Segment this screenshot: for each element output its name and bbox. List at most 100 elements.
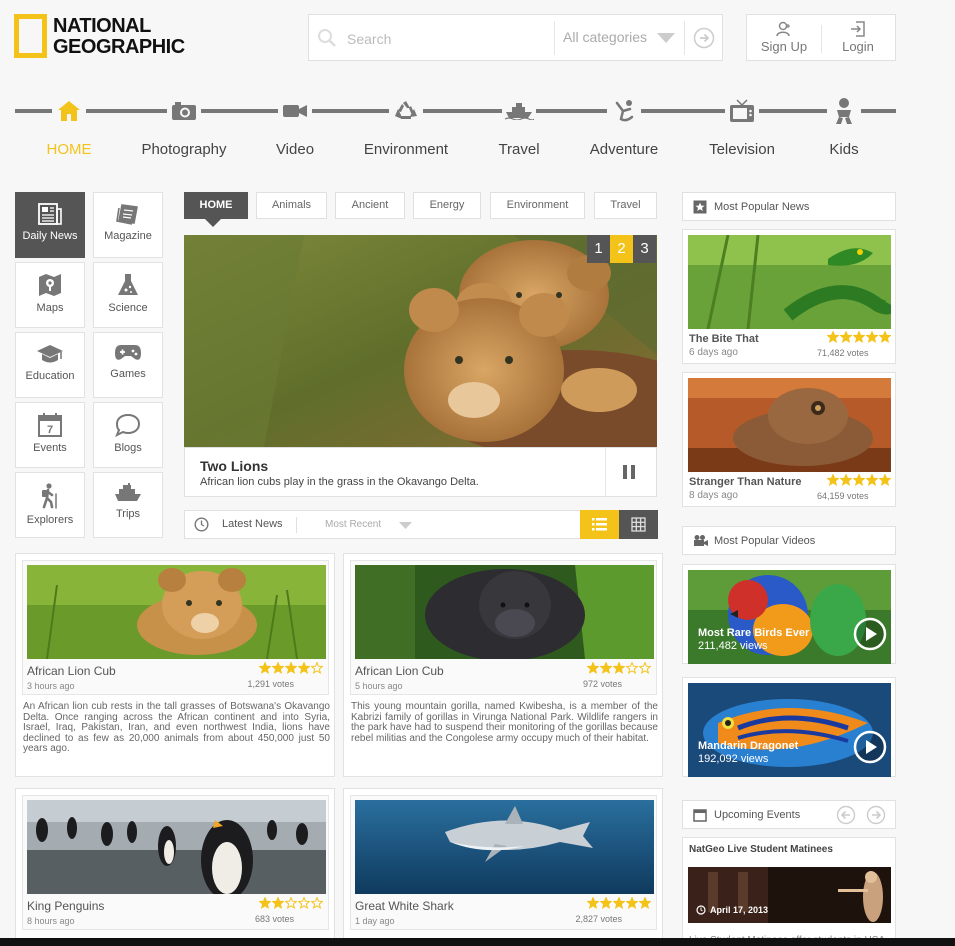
article-card[interactable]: African Lion Cub 5 hours ago 972 votes T… xyxy=(343,553,663,777)
login-button[interactable]: Login xyxy=(823,21,893,54)
popular-news-card[interactable]: The Bite That 6 days ago 71,482 votes xyxy=(682,229,896,364)
pause-icon[interactable] xyxy=(622,463,636,481)
list-view-button[interactable] xyxy=(580,510,619,539)
star-filled-icon[interactable] xyxy=(827,331,839,343)
popular-news-card[interactable]: Stranger Than Nature 8 days ago 64,159 v… xyxy=(682,372,896,507)
star-filled-icon[interactable] xyxy=(840,474,852,486)
article-image[interactable] xyxy=(27,565,326,659)
tab[interactable]: HOME xyxy=(184,192,248,219)
star-filled-icon[interactable] xyxy=(259,897,271,909)
rating-stars[interactable] xyxy=(586,896,651,914)
ship-icon[interactable] xyxy=(502,96,536,126)
diver-icon[interactable] xyxy=(607,96,641,126)
video-card[interactable]: Mandarin Dragonet 192,092 views xyxy=(682,677,896,777)
star-filled-icon[interactable] xyxy=(639,897,651,909)
signup-button[interactable]: Sign Up xyxy=(749,21,819,54)
star-filled-icon[interactable] xyxy=(600,662,612,674)
section-tile[interactable]: Magazine xyxy=(93,192,163,258)
star-filled-icon[interactable] xyxy=(840,331,852,343)
article-title[interactable]: King Penguins xyxy=(27,899,104,913)
news-image[interactable] xyxy=(688,235,891,329)
nav-item[interactable]: Environment xyxy=(346,141,466,158)
search-go-icon[interactable] xyxy=(693,27,715,49)
star-filled-icon[interactable] xyxy=(613,897,625,909)
nav-item[interactable]: Travel xyxy=(459,141,579,158)
slide-title[interactable]: Two Lions xyxy=(200,458,268,474)
star-filled-icon[interactable] xyxy=(853,331,865,343)
star-empty-icon[interactable] xyxy=(639,662,651,674)
rating-stars[interactable] xyxy=(826,473,891,491)
video-thumbnail[interactable]: Most Rare Birds Ever 211,482 views xyxy=(688,570,891,664)
star-empty-icon[interactable] xyxy=(298,897,310,909)
camera-icon[interactable] xyxy=(167,96,201,126)
news-title[interactable]: The Bite That xyxy=(689,333,759,345)
article-card[interactable]: Great White Shark 1 day ago 2,827 votes xyxy=(343,788,663,946)
star-empty-icon[interactable] xyxy=(285,897,297,909)
star-filled-icon[interactable] xyxy=(866,331,878,343)
baby-icon[interactable] xyxy=(827,96,861,126)
video-title[interactable]: Most Rare Birds Ever xyxy=(698,627,809,639)
slide-page-button[interactable]: 1 xyxy=(587,235,610,263)
star-filled-icon[interactable] xyxy=(587,662,599,674)
star-filled-icon[interactable] xyxy=(285,662,297,674)
play-icon[interactable] xyxy=(853,730,887,764)
tab[interactable]: Travel xyxy=(594,192,657,219)
chevron-down-icon[interactable] xyxy=(399,522,412,529)
video-thumbnail[interactable]: Mandarin Dragonet 192,092 views xyxy=(688,683,891,777)
slide-page-button[interactable]: 2 xyxy=(610,235,633,263)
star-filled-icon[interactable] xyxy=(827,474,839,486)
section-tile[interactable]: Education xyxy=(15,332,85,398)
article-title[interactable]: Great White Shark xyxy=(355,899,454,913)
event-title[interactable]: NatGeo Live Student Matinees xyxy=(689,844,833,855)
tab[interactable]: Environment xyxy=(490,192,585,219)
rating-stars[interactable] xyxy=(258,896,323,914)
article-card[interactable]: King Penguins 8 hours ago 683 votes xyxy=(15,788,335,946)
nav-item[interactable]: Kids xyxy=(784,141,904,158)
event-card[interactable]: NatGeo Live Student Matinees April 17, 2… xyxy=(682,837,896,946)
home-icon[interactable] xyxy=(52,96,86,126)
rating-stars[interactable] xyxy=(258,661,323,679)
section-tile[interactable]: Trips xyxy=(93,472,163,538)
recycle-icon[interactable] xyxy=(389,96,423,126)
section-tile[interactable]: Blogs xyxy=(93,402,163,468)
news-title[interactable]: Stranger Than Nature xyxy=(689,476,801,488)
star-filled-icon[interactable] xyxy=(879,474,891,486)
star-filled-icon[interactable] xyxy=(853,474,865,486)
sort-select[interactable]: Most Recent xyxy=(325,519,381,530)
section-tile[interactable]: Science xyxy=(93,262,163,328)
star-empty-icon[interactable] xyxy=(626,662,638,674)
star-empty-icon[interactable] xyxy=(311,662,323,674)
logo-wordmark[interactable]: NATIONAL GEOGRAPHIC xyxy=(53,16,185,58)
video-card[interactable]: Most Rare Birds Ever 211,482 views xyxy=(682,564,896,664)
nav-item[interactable]: Photography xyxy=(124,141,244,158)
article-image[interactable] xyxy=(355,800,654,894)
rating-stars[interactable] xyxy=(826,330,891,348)
search-input[interactable]: Search xyxy=(347,31,391,47)
star-filled-icon[interactable] xyxy=(600,897,612,909)
star-filled-icon[interactable] xyxy=(272,662,284,674)
featured-image[interactable] xyxy=(184,235,657,447)
star-filled-icon[interactable] xyxy=(259,662,271,674)
event-image[interactable]: April 17, 2013 xyxy=(688,867,891,923)
slide-page-button[interactable]: 3 xyxy=(633,235,656,263)
tab[interactable]: Energy xyxy=(413,192,481,219)
star-filled-icon[interactable] xyxy=(587,897,599,909)
grid-view-button[interactable] xyxy=(619,510,658,539)
tab[interactable]: Ancient xyxy=(335,192,405,219)
article-title[interactable]: African Lion Cub xyxy=(27,664,116,678)
star-filled-icon[interactable] xyxy=(298,662,310,674)
article-card[interactable]: African Lion Cub 3 hours ago 1,291 votes… xyxy=(15,553,335,777)
article-title[interactable]: African Lion Cub xyxy=(355,664,444,678)
tab[interactable]: Animals xyxy=(256,192,327,219)
prev-arrow-icon[interactable] xyxy=(836,805,856,825)
video-camera-icon[interactable] xyxy=(278,96,312,126)
nav-item[interactable]: Adventure xyxy=(564,141,684,158)
article-image[interactable] xyxy=(27,800,326,894)
nav-item[interactable]: Video xyxy=(235,141,355,158)
video-title[interactable]: Mandarin Dragonet xyxy=(698,740,798,752)
rating-stars[interactable] xyxy=(586,661,651,679)
next-arrow-icon[interactable] xyxy=(866,805,886,825)
star-filled-icon[interactable] xyxy=(272,897,284,909)
section-tile[interactable]: Explorers xyxy=(15,472,85,538)
star-filled-icon[interactable] xyxy=(879,331,891,343)
